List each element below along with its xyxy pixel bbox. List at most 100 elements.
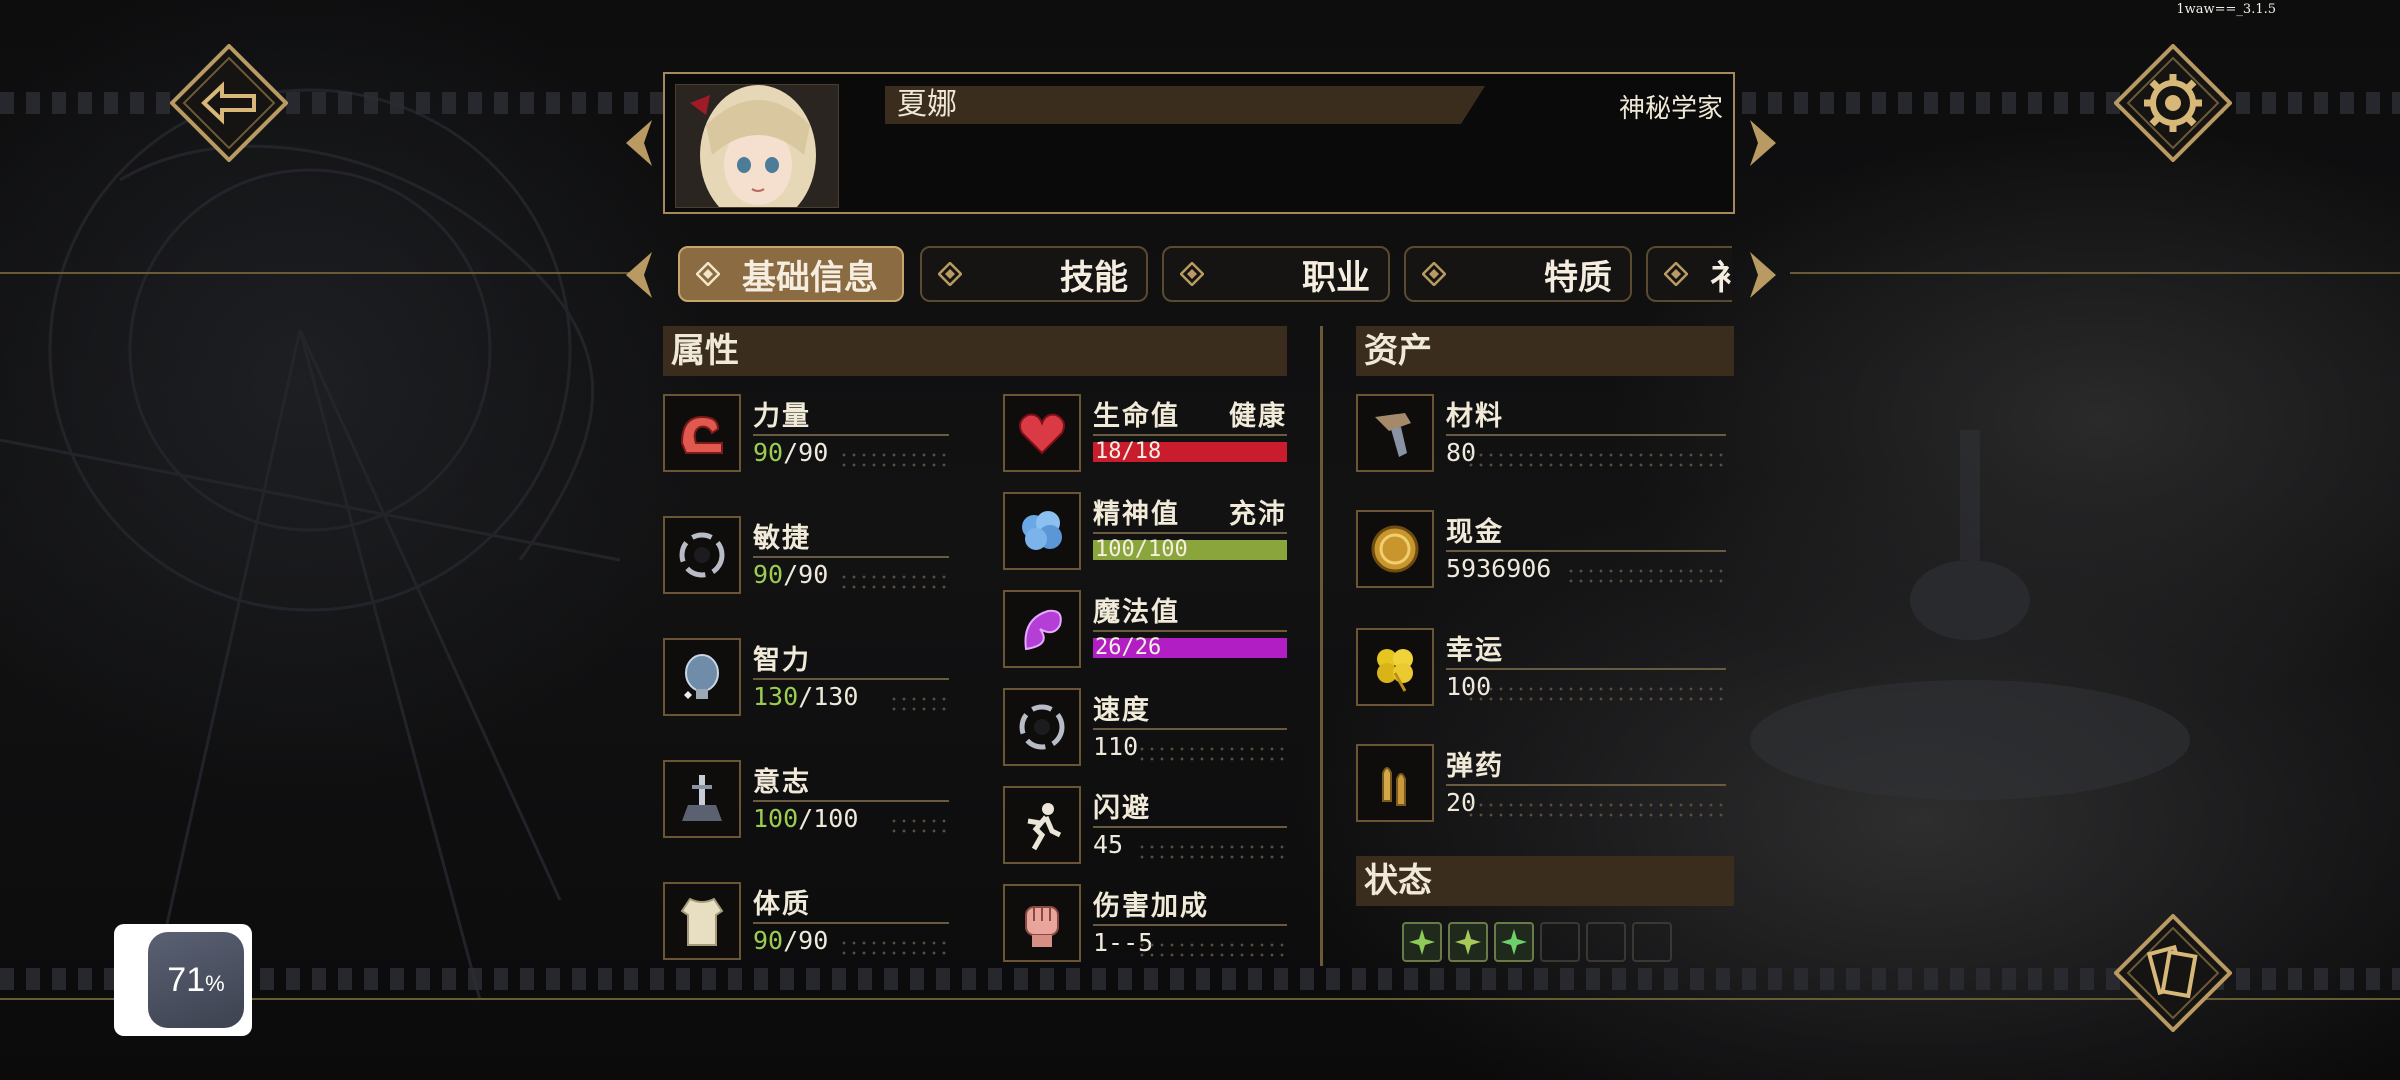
stat-dodge[interactable]: 闪避 45 [1003, 786, 1287, 872]
dotted-track [1466, 684, 1726, 704]
stat-damage-bonus[interactable]: 伤害加成 1--5 [1003, 884, 1287, 970]
vital-health[interactable]: 生命值 健康 18/18 [1003, 394, 1287, 480]
tab-more[interactable]: 衤 [1646, 246, 1732, 302]
diamond-icon [938, 262, 962, 286]
dotted-track [1466, 800, 1726, 820]
attribute-agility[interactable]: 敏捷 90/90 [663, 516, 949, 602]
asset-materials[interactable]: 材料 80 [1356, 394, 1726, 480]
bottom-line [0, 998, 2400, 1000]
character-portrait[interactable] [675, 84, 839, 208]
divider [1093, 434, 1287, 436]
floating-performance-widget[interactable]: 71% [114, 924, 252, 1036]
dodge-figure-icon [1003, 786, 1081, 864]
settings-button[interactable] [2114, 44, 2232, 162]
asset-luck[interactable]: 幸运 100 [1356, 628, 1726, 714]
tab-row-line-right [1790, 272, 2400, 274]
current-value: 100 [753, 804, 799, 833]
stat-label: 闪避 [1093, 793, 1151, 824]
arm-muscle-icon [663, 394, 741, 472]
attribute-label: 敏捷 [753, 523, 811, 554]
divider [1446, 668, 1726, 670]
tab-traits[interactable]: 特质 [1404, 246, 1632, 302]
sword-stone-icon [663, 760, 741, 838]
next-character-arrow-icon[interactable] [1744, 118, 1780, 168]
vital-label: 魔法值 [1093, 597, 1180, 628]
dotted-track [1466, 450, 1726, 470]
divider [1446, 550, 1726, 552]
swirl-speed-icon [663, 516, 741, 594]
dotted-track [839, 450, 949, 470]
version-label: 1waw==_3.1.5 [2176, 2, 2276, 17]
attributes-header: 属性 [663, 326, 1287, 376]
cards-button[interactable] [2114, 914, 2232, 1032]
attribute-strength[interactable]: 力量 90/90 [663, 394, 949, 480]
attribute-willpower[interactable]: 意志 100/100 [663, 760, 949, 846]
tab-label: 基础信息 [742, 257, 878, 298]
status-effect-slot[interactable] [1448, 922, 1488, 962]
asset-label: 现金 [1446, 517, 1504, 548]
divider [1446, 784, 1726, 786]
prev-tab-arrow-icon[interactable] [622, 250, 658, 300]
swirl-speed-icon [1003, 688, 1081, 766]
status-effect-slot[interactable] [1494, 922, 1534, 962]
attribute-label: 意志 [753, 767, 811, 798]
asset-ammo[interactable]: 弹药 20 [1356, 744, 1726, 830]
prev-character-arrow-icon[interactable] [622, 118, 658, 168]
max-value: 90 [798, 560, 829, 589]
bar-value: 26/26 [1095, 635, 1162, 660]
asset-label: 弹药 [1446, 751, 1504, 782]
asset-cash[interactable]: 现金 5936906 [1356, 510, 1726, 596]
status-effect-slot[interactable] [1402, 922, 1442, 962]
tab-label: 衤 [1710, 250, 1732, 299]
health-bar: 18/18 [1093, 439, 1287, 464]
current-value: 90 [753, 438, 784, 467]
current-value: 90 [753, 926, 784, 955]
gear-icon [2114, 44, 2232, 162]
tab-basic-info[interactable]: 基础信息 [678, 246, 904, 302]
vital-status: 健康 [1229, 401, 1287, 432]
attribute-value: 130/130 [753, 682, 859, 711]
attribute-constitution[interactable]: 体质 90/90 [663, 882, 949, 968]
sparkle-icon [1455, 929, 1481, 955]
vital-mana[interactable]: 魔法值 26/26 [1003, 590, 1287, 676]
character-profession: 神秘学家 [1618, 94, 1723, 124]
tab-row-line [0, 272, 640, 274]
dotted-track [889, 816, 949, 836]
diamond-icon [696, 262, 720, 286]
mana-bar: 26/26 [1093, 635, 1287, 660]
tab-skills[interactable]: 技能 [920, 246, 1148, 302]
torso-icon [663, 882, 741, 960]
stat-label: 伤害加成 [1093, 891, 1209, 922]
dotted-track [839, 572, 949, 592]
stat-speed[interactable]: 速度 110 [1003, 688, 1287, 774]
back-button[interactable] [170, 44, 288, 162]
diamond-icon [1422, 262, 1446, 286]
character-header: 夏娜 神秘学家 [663, 72, 1735, 214]
bullets-icon [1356, 744, 1434, 822]
status-header: 状态 [1356, 856, 1734, 906]
widget-icon: 71% [148, 932, 244, 1028]
status-effect-slot-empty [1586, 922, 1626, 962]
next-tab-arrow-icon[interactable] [1744, 250, 1780, 300]
back-arrow-icon [170, 44, 288, 162]
max-value: 100 [813, 804, 859, 833]
sparkle-icon [1501, 929, 1527, 955]
stat-value: 45 [1093, 830, 1124, 859]
attribute-value: 100/100 [753, 804, 859, 833]
asset-label: 材料 [1446, 401, 1504, 432]
character-name: 夏娜 [885, 86, 1485, 124]
widget-percent: 71% [167, 960, 225, 999]
tab-label: 职业 [1302, 257, 1370, 298]
attribute-intelligence[interactable]: 智力 130/130 [663, 638, 949, 724]
vital-sanity[interactable]: 精神值 充沛 100/100 [1003, 492, 1287, 578]
portrait-image [676, 85, 838, 207]
column-divider [1320, 326, 1323, 966]
bar-value: 18/18 [1095, 439, 1162, 464]
tab-profession[interactable]: 职业 [1162, 246, 1390, 302]
dotted-track [1137, 744, 1287, 764]
assets-header: 资产 [1356, 326, 1734, 376]
bottom-decorative-strip [0, 968, 2400, 990]
divider [753, 800, 949, 802]
status-effects [1402, 922, 1672, 962]
sanity-bar: 100/100 [1093, 539, 1287, 561]
